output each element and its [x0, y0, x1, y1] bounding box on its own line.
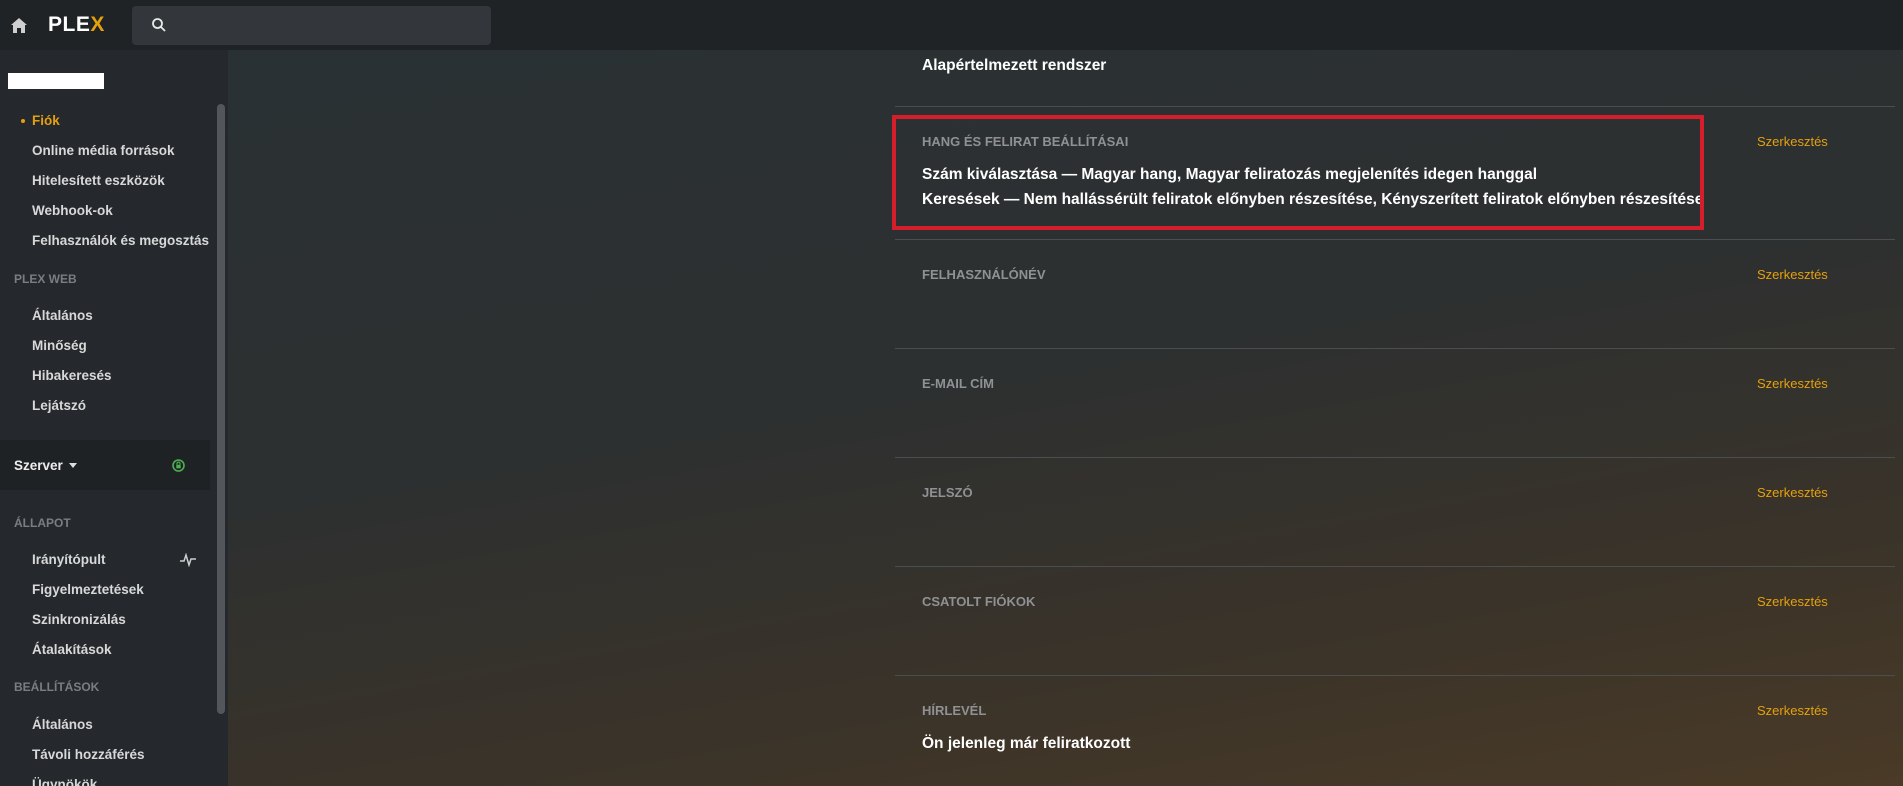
server-label: Szerver: [14, 457, 63, 473]
language-value: Alapértelmezett rendszer: [922, 57, 1107, 74]
row-title: E-MAIL CÍM: [922, 376, 994, 391]
server-selector[interactable]: Szerver: [0, 440, 210, 490]
section-plex-web: PLEX WEB: [14, 272, 77, 286]
edit-audio-subtitles-button[interactable]: Szerkesztés: [1757, 134, 1828, 149]
row-title: JELSZÓ: [922, 485, 973, 500]
sidebar-item-sync[interactable]: Szinkronizálás: [32, 612, 126, 627]
sidebar-item-quality[interactable]: Minőség: [32, 338, 87, 353]
sidebar-item-conversions[interactable]: Átalakítások: [32, 642, 112, 657]
search-preferences-value: Keresések — Nem hallássérült feliratok e…: [922, 191, 1704, 208]
row-title: HANG ÉS FELIRAT BEÁLLÍTÁSAI: [922, 134, 1129, 149]
edit-username-button[interactable]: Szerkesztés: [1757, 267, 1828, 282]
sidebar-item-remote-access[interactable]: Távoli hozzáférés: [32, 747, 145, 762]
search-icon: [152, 18, 166, 32]
setting-row-password: JELSZÓ Szerkesztés: [895, 457, 1895, 566]
edit-linked-accounts-button[interactable]: Szerkesztés: [1757, 594, 1828, 609]
sidebar-item-dashboard[interactable]: Irányítópult: [32, 552, 106, 567]
section-status: ÁLLAPOT: [14, 516, 71, 530]
chevron-down-icon: [68, 462, 77, 468]
sidebar: Fiók Online média források Hitelesített …: [0, 50, 228, 786]
edit-email-button[interactable]: Szerkesztés: [1757, 376, 1828, 391]
server-status-icon: [172, 459, 185, 472]
row-title: HÍRLEVÉL: [922, 703, 987, 718]
track-selection-value: Szám kiválasztása — Magyar hang, Magyar …: [922, 166, 1538, 183]
sidebar-scrollbar[interactable]: [217, 104, 225, 714]
sidebar-item-agents[interactable]: Ügynökök: [32, 777, 97, 786]
setting-row-newsletter: HÍRLEVÉL Szerkesztés Ön jelenleg már fel…: [895, 675, 1895, 786]
sidebar-item-webhooks[interactable]: Webhook-ok: [32, 203, 113, 218]
edit-newsletter-button[interactable]: Szerkesztés: [1757, 703, 1828, 718]
home-icon: [11, 17, 27, 33]
row-title: CSATOLT FIÓKOK: [922, 594, 1036, 609]
setting-row-email: E-MAIL CÍM Szerkesztés: [895, 348, 1895, 457]
settings-main: Alapértelmezett rendszer HANG ÉS FELIRAT…: [228, 50, 1903, 786]
top-bar: PLEX: [0, 0, 1903, 50]
activity-icon: [180, 553, 196, 567]
row-title: FELHASZNÁLÓNÉV: [922, 267, 1046, 282]
active-indicator: [21, 119, 25, 123]
sidebar-item-alerts[interactable]: Figyelmeztetések: [32, 582, 144, 597]
setting-row-linked-accounts: CSATOLT FIÓKOK Szerkesztés: [895, 566, 1895, 675]
setting-row-audio-subtitles: HANG ÉS FELIRAT BEÁLLÍTÁSAI Szerkesztés …: [895, 106, 1895, 239]
sidebar-item-users-sharing[interactable]: Felhasználók és megosztás: [32, 233, 209, 248]
section-settings: BEÁLLÍTÁSOK: [14, 680, 100, 694]
logo-text: PLE: [48, 13, 91, 36]
home-button[interactable]: [0, 0, 38, 50]
sidebar-item-settings-general[interactable]: Általános: [32, 717, 93, 732]
logo-accent: X: [90, 13, 105, 36]
sidebar-item-online-media-sources[interactable]: Online média források: [32, 143, 175, 158]
sidebar-item-debug[interactable]: Hibakeresés: [32, 368, 112, 383]
search-box[interactable]: [132, 5, 491, 45]
username-redacted: [8, 73, 104, 89]
edit-password-button[interactable]: Szerkesztés: [1757, 485, 1828, 500]
sidebar-item-account[interactable]: Fiók: [32, 113, 60, 128]
newsletter-status-value: Ön jelenleg már feliratkozott: [922, 735, 1131, 752]
plex-logo[interactable]: PLEX: [48, 13, 114, 37]
sidebar-item-authorized-devices[interactable]: Hitelesített eszközök: [32, 173, 165, 188]
sidebar-item-player[interactable]: Lejátszó: [32, 398, 86, 413]
sidebar-item-web-general[interactable]: Általános: [32, 308, 93, 323]
setting-row-username: FELHASZNÁLÓNÉV Szerkesztés: [895, 239, 1895, 348]
search-input[interactable]: [176, 16, 476, 34]
